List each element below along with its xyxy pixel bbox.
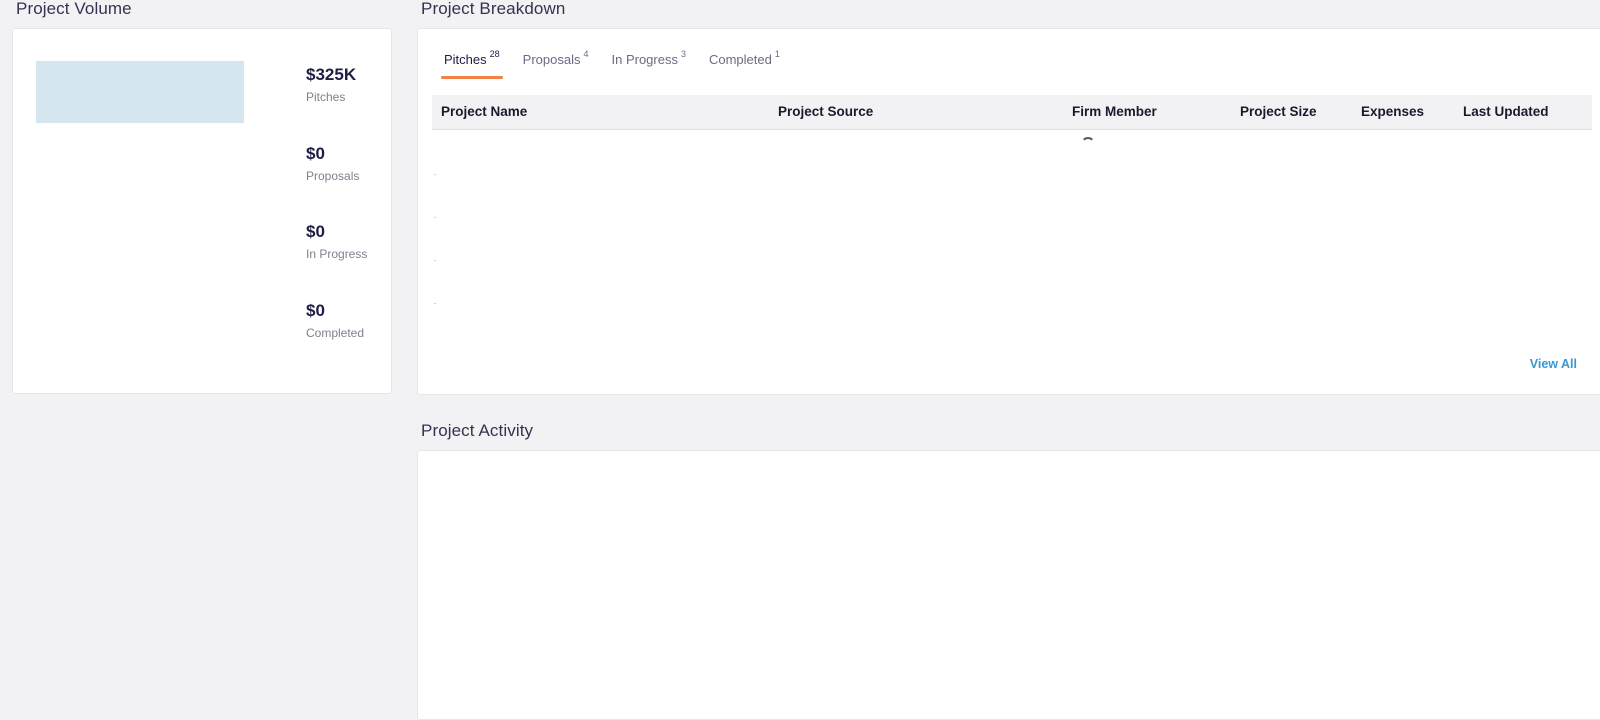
project-activity-title: Project Activity (421, 421, 534, 440)
tab-completed-label: Completed (708, 52, 772, 67)
stat-pitches-value: $325K (306, 65, 357, 84)
stat-completed-label: Completed (306, 326, 365, 340)
project-breakdown-card: Pitches 28 Proposals 4 In Progress 3 Comple… (417, 28, 1600, 395)
project-breakdown-title: Project Breakdown (421, 0, 566, 18)
tab-pitches[interactable]: Pitches 28 (441, 43, 503, 79)
spinner-icon (1081, 137, 1095, 151)
stat-proposals-label: Proposals (306, 169, 360, 183)
tab-in-progress-label: In Progress (611, 52, 678, 67)
stat-completed-value: $0 (306, 301, 325, 320)
column-header-project-name[interactable]: Project Name (441, 95, 527, 129)
stat-in-progress: $0 In Progress (306, 222, 367, 261)
volume-bar-chart (36, 61, 244, 123)
column-header-firm-member[interactable]: Firm Member (1072, 95, 1157, 129)
stat-completed: $0 Completed (306, 301, 364, 340)
tab-proposals-label: Proposals (522, 52, 581, 67)
tab-completed[interactable]: Completed 1 (706, 43, 783, 79)
table-row-placeholder (434, 303, 436, 304)
column-header-project-size[interactable]: Project Size (1240, 95, 1317, 129)
table-header: Project Name Project Source Firm Member … (432, 95, 1592, 130)
tab-pitches-label: Pitches (444, 52, 487, 67)
view-all-link[interactable]: View All (1530, 357, 1577, 371)
tab-completed-count: 1 (774, 49, 780, 59)
stat-pitches-label: Pitches (306, 90, 346, 104)
stat-proposals: $0 Proposals (306, 144, 359, 183)
table-row-placeholder (434, 217, 436, 218)
column-header-expenses[interactable]: Expenses (1361, 95, 1424, 129)
stat-in-progress-label: In Progress (306, 247, 368, 261)
column-header-project-source[interactable]: Project Source (778, 95, 873, 129)
stat-proposals-value: $0 (306, 144, 325, 163)
column-header-last-updated[interactable]: Last Updated (1463, 95, 1549, 129)
tab-in-progress[interactable]: In Progress 3 (608, 43, 689, 79)
breakdown-tabs: Pitches 28 Proposals 4 In Progress 3 Comple… (441, 43, 800, 79)
table-row-placeholder (434, 260, 436, 261)
tab-in-progress-count: 3 (680, 49, 686, 59)
tab-proposals-count: 4 (583, 49, 589, 59)
tab-pitches-count: 28 (489, 49, 500, 59)
stat-in-progress-value: $0 (306, 222, 325, 241)
project-volume-card: $325K Pitches $0 Proposals $0 In Progres… (12, 28, 392, 394)
project-activity-card (417, 450, 1600, 720)
project-volume-title: Project Volume (16, 0, 132, 18)
tab-proposals[interactable]: Proposals 4 (520, 43, 592, 79)
table-row-placeholder (434, 174, 436, 175)
stat-pitches: $325K Pitches (306, 65, 356, 104)
